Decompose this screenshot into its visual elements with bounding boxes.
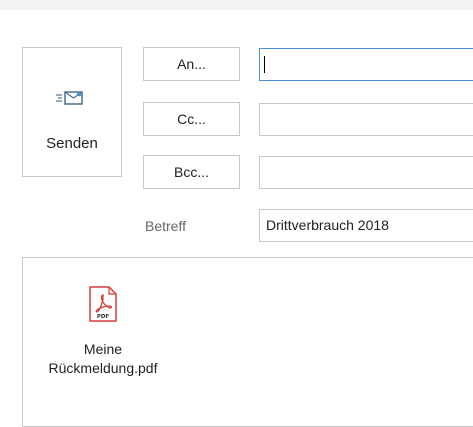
to-field[interactable] — [259, 48, 473, 81]
send-envelope-icon — [56, 91, 83, 105]
attachment-item[interactable]: PDF Meine Rückmeldung.pdf — [43, 286, 163, 378]
svg-text:PDF: PDF — [97, 314, 110, 320]
attachment-name-line2: Rückmeldung.pdf — [48, 360, 158, 376]
cc-field[interactable] — [259, 103, 473, 136]
window-top-bar — [0, 0, 473, 10]
subject-field-value: Drittverbrauch 2018 — [266, 217, 389, 233]
subject-label: Betreff — [145, 218, 186, 234]
attachment-name: Meine Rückmeldung.pdf — [43, 340, 163, 378]
send-button[interactable]: Senden — [22, 47, 122, 177]
to-button[interactable]: An... — [143, 47, 240, 81]
text-caret — [264, 56, 265, 73]
bcc-button[interactable]: Bcc... — [143, 155, 240, 189]
bcc-field[interactable] — [259, 156, 473, 189]
attachment-area: PDF Meine Rückmeldung.pdf — [22, 257, 473, 427]
pdf-file-icon: PDF — [89, 286, 117, 322]
subject-field[interactable]: Drittverbrauch 2018 — [259, 209, 473, 242]
send-button-label: Senden — [46, 135, 98, 152]
cc-button[interactable]: Cc... — [143, 102, 240, 136]
attachment-name-line1: Meine — [83, 341, 123, 357]
